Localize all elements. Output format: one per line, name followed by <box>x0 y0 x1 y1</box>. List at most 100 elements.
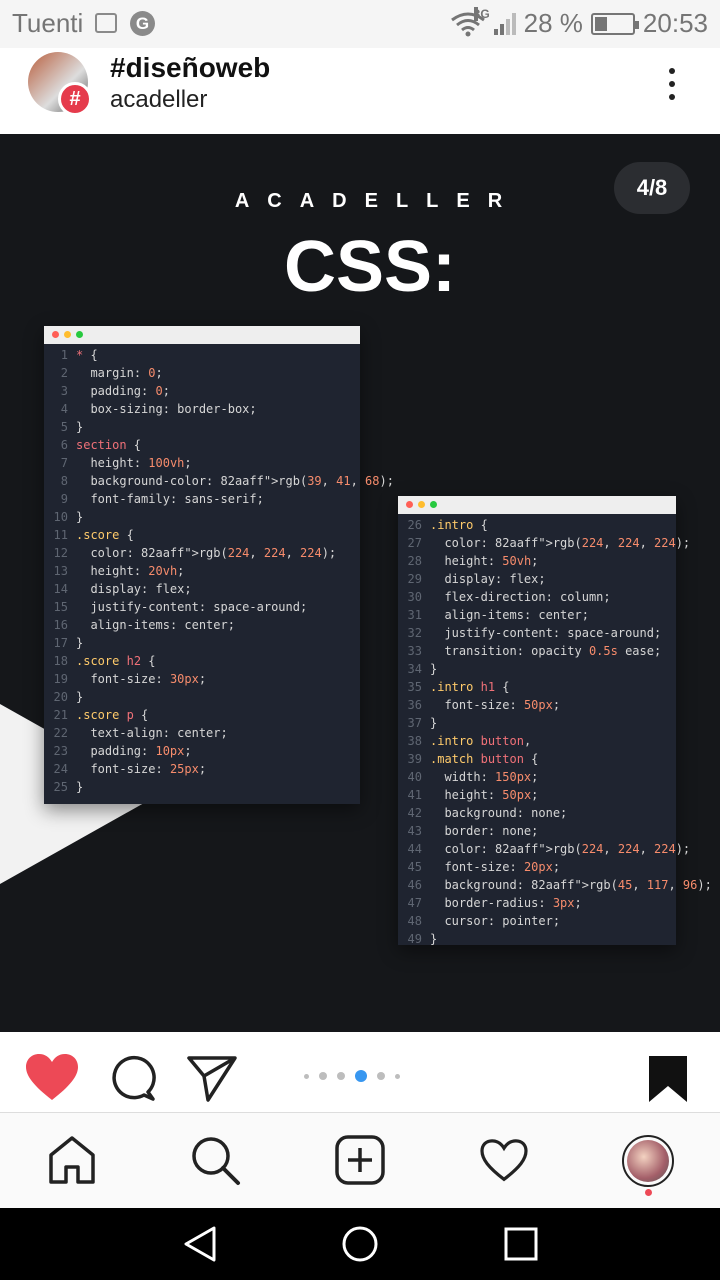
code-text: .intro { <box>430 518 488 532</box>
line-number: 41 <box>407 788 422 802</box>
line-number: 12 <box>53 546 68 560</box>
code-line: 37} <box>398 714 676 732</box>
code-line: 14 display: flex; <box>44 580 360 598</box>
code-text: height: 100vh; <box>90 456 192 470</box>
line-number: 20 <box>53 690 68 704</box>
code-window-right: 26 .intro {27 color: 82aaff">rgb(224, 224… <box>398 496 712 948</box>
code-line: 32 justify-content: space-around; <box>398 624 676 642</box>
send-icon[interactable] <box>186 1054 238 1102</box>
line-number: 30 <box>407 590 422 604</box>
code-line: 43 border: none; <box>398 822 676 840</box>
line-number: 28 <box>407 554 422 568</box>
code-line: 13 height: 20vh; <box>44 562 360 580</box>
code-text: display: flex; <box>90 582 192 596</box>
line-number: 5 <box>60 420 68 434</box>
line-number: 39 <box>407 752 422 766</box>
code-text: } <box>76 690 84 704</box>
code-text: height: 50vh; <box>444 554 539 568</box>
home-icon[interactable] <box>48 1135 96 1185</box>
code-line: 26 .intro { <box>398 516 676 534</box>
heart-outline-icon[interactable] <box>479 1139 529 1183</box>
status-bar: Tuenti G 3G 28 % 20:53 <box>0 0 720 48</box>
code-text: font-size: 20px; <box>444 860 561 874</box>
code-line: 9 font-family: sans-serif; <box>44 490 360 508</box>
code-line: 6 section { <box>44 436 360 454</box>
recents-icon[interactable] <box>504 1227 538 1261</box>
code-line: 42 background: none; <box>398 804 676 822</box>
line-number: 19 <box>53 672 68 686</box>
home-circle-icon[interactable] <box>341 1225 379 1263</box>
code-line: 7 height: 100vh; <box>44 454 360 472</box>
code-text: } <box>430 716 438 730</box>
line-number: 6 <box>60 438 68 452</box>
code-text: padding: 10px; <box>90 744 192 758</box>
google-notification-icon: G <box>130 11 155 36</box>
heart-icon[interactable] <box>26 1054 78 1102</box>
code-line: 44 color: 82aaff">rgb(224, 224, 224); <box>398 840 691 858</box>
android-navigation-bar <box>0 1208 720 1280</box>
post-title[interactable]: #diseñoweb <box>110 52 270 84</box>
comment-icon[interactable] <box>108 1054 156 1102</box>
code-text: } <box>76 780 84 794</box>
network-type: 3G <box>473 6 490 21</box>
code-text: font-size: 30px; <box>90 672 207 686</box>
line-number: 35 <box>407 680 422 694</box>
code-text: transition: opacity 0.5s ease; <box>444 644 662 658</box>
code-text: } <box>430 662 438 676</box>
code-line: 3 padding: 0; <box>44 382 360 400</box>
code-text: color: 82aaff">rgb(224, 224, 224); <box>90 546 337 560</box>
code-line: 41 height: 50px; <box>398 786 676 804</box>
code-line: 49} <box>398 930 676 948</box>
post-username[interactable]: acadeller <box>110 86 207 114</box>
line-number: 14 <box>53 582 68 596</box>
code-line: 34} <box>398 660 676 678</box>
code-text: flex-direction: column; <box>444 590 611 604</box>
carousel-slide[interactable]: ACADELLER CSS: 4/8 1 * {2 margin: 0; 3 pad… <box>0 134 720 1032</box>
code-text: border: none; <box>444 824 539 838</box>
code-text: align-items: center; <box>444 608 589 622</box>
line-number: 21 <box>53 708 68 722</box>
bottom-navigation <box>0 1112 720 1208</box>
code-text: justify-content: space-around; <box>444 626 662 640</box>
more-options-icon[interactable] <box>660 64 684 104</box>
line-number: 31 <box>407 608 422 622</box>
code-line: 18 .score h2 { <box>44 652 360 670</box>
code-text: display: flex; <box>444 572 546 586</box>
code-text: .intro button, <box>430 734 532 748</box>
line-number: 49 <box>407 932 422 946</box>
image-notification-icon <box>95 13 117 33</box>
code-line: 5} <box>44 418 360 436</box>
line-number: 26 <box>407 518 422 532</box>
battery-icon <box>590 12 639 35</box>
code-line: 46 background: 82aaff">rgb(45, 117, 96); <box>398 876 712 894</box>
line-number: 4 <box>60 402 68 416</box>
carousel-indicator <box>304 1070 400 1082</box>
code-text: color: 82aaff">rgb(224, 224, 224); <box>444 536 691 550</box>
code-line: 10} <box>44 508 360 526</box>
code-block: 26 .intro {27 color: 82aaff">rgb(224, 224… <box>398 514 712 948</box>
code-line: 47 border-radius: 3px; <box>398 894 676 912</box>
line-number: 15 <box>53 600 68 614</box>
code-text: .intro h1 { <box>430 680 510 694</box>
line-number: 33 <box>407 644 422 658</box>
code-text: height: 20vh; <box>90 564 185 578</box>
line-number: 47 <box>407 896 422 910</box>
add-icon[interactable] <box>335 1135 385 1185</box>
slide-counter: 4/8 <box>614 162 690 214</box>
code-text: } <box>76 636 84 650</box>
search-icon[interactable] <box>190 1135 242 1187</box>
bookmark-icon[interactable] <box>647 1054 689 1104</box>
back-icon[interactable] <box>182 1226 218 1262</box>
line-number: 42 <box>407 806 422 820</box>
line-number: 17 <box>53 636 68 650</box>
line-number: 16 <box>53 618 68 632</box>
code-line: 17} <box>44 634 360 652</box>
carousel-dot <box>377 1072 385 1080</box>
profile-avatar[interactable] <box>622 1135 674 1187</box>
line-number: 37 <box>407 716 422 730</box>
code-text: .score { <box>76 528 134 542</box>
line-number: 36 <box>407 698 422 712</box>
carousel-dot <box>319 1072 327 1080</box>
code-line: 19 font-size: 30px; <box>44 670 360 688</box>
code-text: section { <box>76 438 142 452</box>
